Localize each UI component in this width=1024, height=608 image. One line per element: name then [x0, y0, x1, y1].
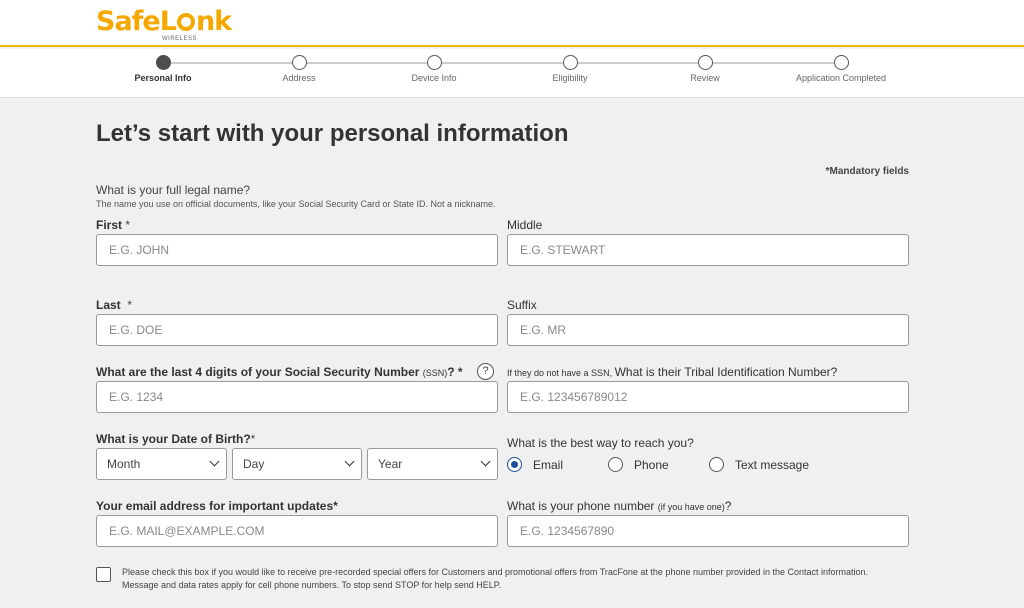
last-name-label: Last * [96, 298, 133, 312]
top-header: SafeL nk WIRELESS [0, 0, 1024, 47]
step-label: Device Info [411, 73, 457, 83]
logo-text-safe: Safe [96, 6, 161, 37]
step-address: Address [229, 55, 369, 83]
dob-month-value: Month [107, 457, 141, 471]
step-label: Review [690, 73, 720, 83]
suffix-input[interactable] [507, 314, 909, 346]
step-eligibility: Eligibility [500, 55, 640, 83]
progress-stepper: Personal Info Address Device Info Eligib… [0, 49, 1024, 98]
dob-month-select[interactable]: Month [96, 448, 227, 480]
radio-unchecked-icon [608, 457, 623, 472]
step-label: Address [282, 73, 316, 83]
logo-ring-icon [176, 13, 195, 31]
first-name-input[interactable] [96, 234, 498, 266]
step-dot-icon [155, 55, 171, 70]
radio-label: Phone [634, 458, 669, 472]
ssn-input[interactable] [96, 381, 498, 413]
step-label: Eligibility [552, 73, 588, 83]
contact-method-label: What is the best way to reach you? [507, 436, 694, 450]
step-dot-icon [562, 55, 578, 70]
consent-text: Please check this box if you would like … [122, 567, 869, 590]
suffix-label: Suffix [507, 298, 537, 312]
ssn-help-icon[interactable]: ? [477, 363, 494, 380]
step-label: Personal Info [134, 73, 192, 83]
email-input[interactable] [96, 515, 498, 547]
step-dot-icon [426, 55, 442, 70]
chevron-down-icon [480, 456, 491, 467]
step-dot-icon [833, 55, 849, 70]
last-name-input[interactable] [96, 314, 498, 346]
middle-name-input[interactable] [507, 234, 909, 266]
radio-checked-icon [507, 457, 522, 472]
radio-unchecked-icon [709, 457, 724, 472]
safelink-logo[interactable]: SafeL nk [96, 6, 232, 37]
tribal-id-input[interactable] [507, 381, 909, 413]
step-dot-icon [291, 55, 307, 70]
dob-year-value: Year [378, 457, 403, 471]
ssn-label: What are the last 4 digits of your Socia… [96, 365, 463, 379]
step-application-completed: Application Completed [771, 55, 911, 83]
logo-text-l: L [159, 6, 177, 37]
step-label: Application Completed [795, 73, 887, 83]
consent-checkbox[interactable] [96, 567, 111, 582]
phone-input[interactable] [507, 515, 909, 547]
first-name-label: First * [96, 218, 131, 232]
step-personal-info: Personal Info [93, 55, 233, 83]
name-hint: The name you use on official documents, … [96, 199, 496, 209]
logo-subtitle: WIRELESS [162, 36, 198, 42]
mandatory-note: *Mandatory fields [825, 166, 909, 177]
step-dot-icon [697, 55, 713, 70]
name-question: What is your full legal name? [96, 183, 251, 197]
tribal-id-label: If they do not have a SSN, What is their… [507, 365, 838, 379]
radio-label: Text message [735, 458, 810, 472]
radio-label: Email [533, 458, 564, 472]
step-review: Review [635, 55, 775, 83]
email-label: Your email address for important updates… [96, 499, 338, 513]
logo-text-nk: nk [195, 6, 232, 37]
middle-name-label: Middle [507, 218, 543, 232]
chevron-down-icon [209, 456, 220, 467]
dob-year-select[interactable]: Year [367, 448, 498, 480]
dob-day-value: Day [243, 457, 265, 471]
phone-label: What is your phone number (if you have o… [507, 499, 732, 513]
step-device-info: Device Info [364, 55, 504, 83]
dob-label: What is your Date of Birth?* [96, 432, 256, 446]
dob-day-select[interactable]: Day [232, 448, 362, 480]
page-title: Let’s start with your personal informati… [96, 120, 569, 147]
chevron-down-icon [344, 456, 355, 467]
